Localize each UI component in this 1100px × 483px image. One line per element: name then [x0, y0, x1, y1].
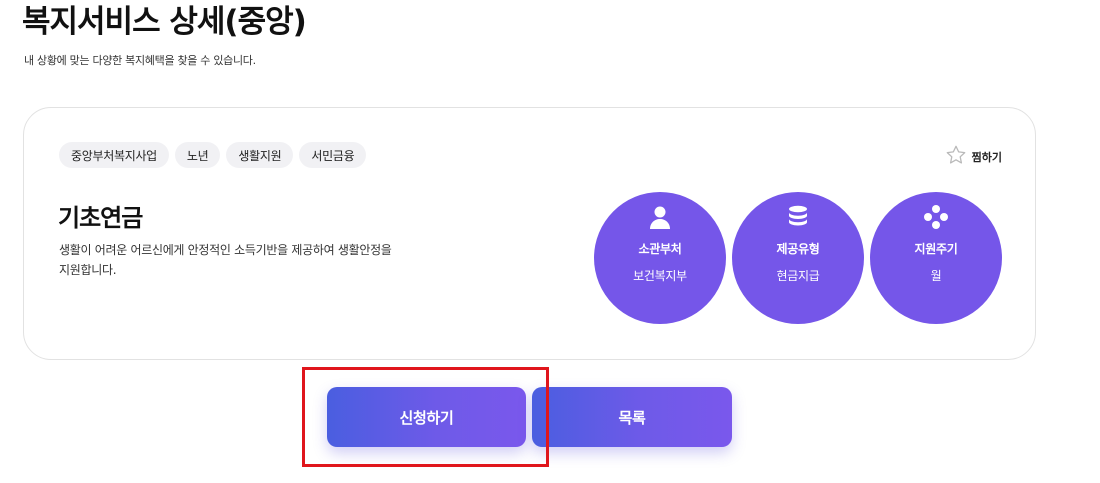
info-ministry-label: 소관부처 — [638, 242, 682, 256]
info-ministry: 소관부처 보건복지부 — [594, 192, 726, 324]
tag-central-ministry[interactable]: 중앙부처복지사업 — [59, 142, 169, 168]
service-description: 생활이 어려운 어르신에게 안정적인 소득기반을 제공하여 생활안정을 지원합니… — [59, 243, 392, 277]
info-ministry-value: 보건복지부 — [633, 269, 687, 283]
info-provision-type-value: 현금지급 — [776, 269, 820, 283]
favorite-button[interactable]: 찜하기 — [945, 144, 1002, 169]
info-circles: 소관부처 보건복지부 제공유형 현금지급 지원주기 월 — [594, 192, 1002, 324]
tag-elderly[interactable]: 노년 — [174, 142, 221, 168]
cycle-icon — [923, 204, 949, 230]
tag-living-support[interactable]: 생활지원 — [226, 142, 294, 168]
info-provision-type: 제공유형 현금지급 — [732, 192, 864, 324]
person-icon — [647, 204, 673, 230]
service-name: 기초연금 — [58, 204, 143, 232]
tag-low-income-finance[interactable]: 서민금융 — [299, 142, 367, 168]
info-support-cycle: 지원주기 월 — [870, 192, 1002, 324]
list-button[interactable]: 목록 — [532, 387, 732, 447]
info-support-cycle-label: 지원주기 — [914, 242, 958, 256]
info-provision-type-label: 제공유형 — [776, 242, 820, 256]
tag-list: 중앙부처복지사업 노년 생활지원 서민금융 — [59, 142, 367, 168]
info-support-cycle-value: 월 — [930, 269, 942, 283]
favorite-label: 찜하기 — [971, 150, 1002, 164]
service-card: 중앙부처복지사업 노년 생활지원 서민금융 찜하기 기초연금 생활이 어려운 어… — [23, 107, 1036, 360]
page-subtitle: 내 상황에 맞는 다양한 복지혜택을 찾을 수 있습니다. — [24, 54, 256, 67]
database-icon — [785, 204, 811, 230]
page-title: 복지서비스 상세(중앙) — [22, 4, 307, 40]
service-detail-page: 복지서비스 상세(중앙) 내 상황에 맞는 다양한 복지혜택을 찾을 수 있습니… — [0, 0, 1100, 483]
star-icon — [945, 144, 967, 169]
apply-button[interactable]: 신청하기 — [327, 387, 526, 447]
